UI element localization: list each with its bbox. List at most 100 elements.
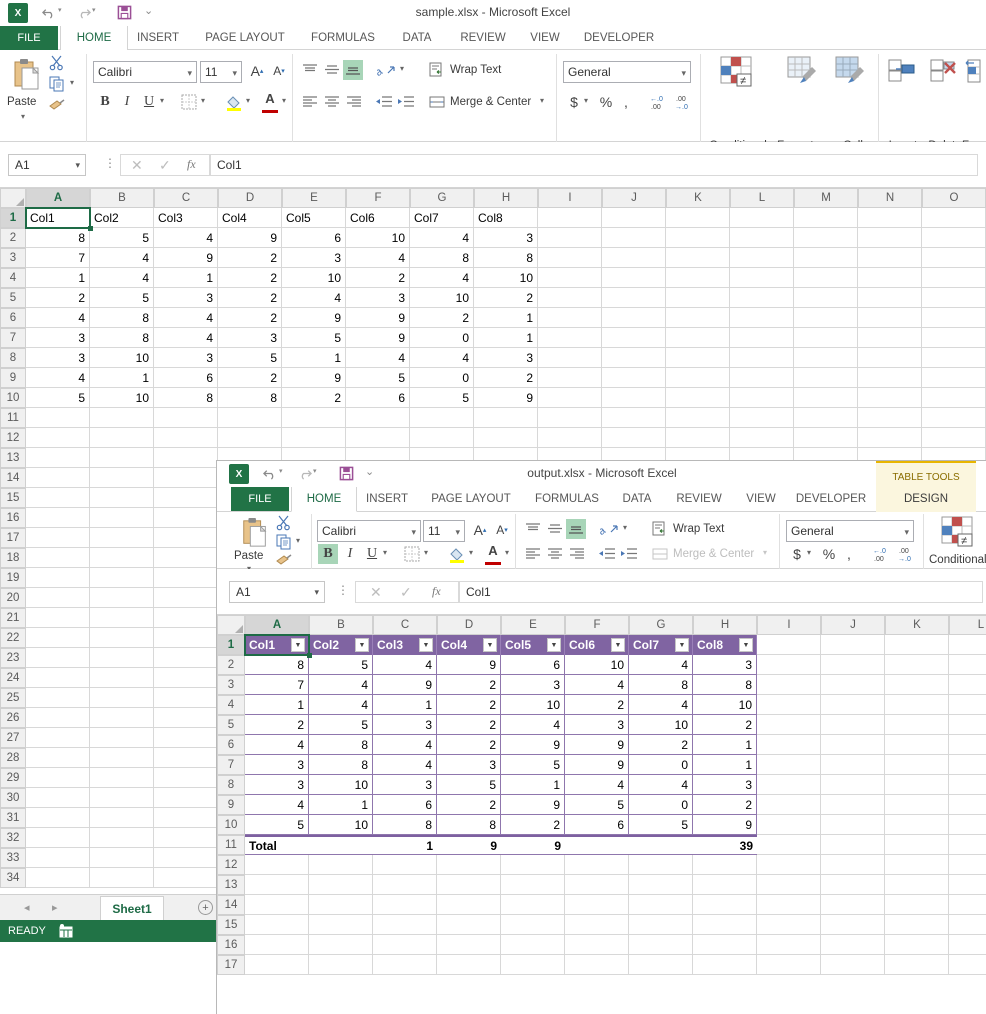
cell-A3[interactable]: 7 bbox=[26, 248, 90, 268]
cell-F12[interactable] bbox=[346, 428, 410, 448]
cell-C5[interactable]: 3 bbox=[154, 288, 218, 308]
cell-A20[interactable] bbox=[26, 588, 90, 608]
cell-H10[interactable]: 9 bbox=[693, 815, 757, 835]
cell-K9[interactable] bbox=[666, 368, 730, 388]
cell-C18[interactable] bbox=[154, 548, 218, 568]
cell-I3[interactable] bbox=[757, 675, 821, 695]
cell-H7[interactable]: 1 bbox=[474, 328, 538, 348]
cell-L5[interactable] bbox=[730, 288, 794, 308]
cell-K5[interactable] bbox=[666, 288, 730, 308]
cell-B12[interactable] bbox=[309, 855, 373, 875]
cell-N4[interactable] bbox=[858, 268, 922, 288]
font-name-combo[interactable]: Calibri ▾ bbox=[93, 61, 197, 83]
cell-L13[interactable] bbox=[949, 875, 986, 895]
row-header-16[interactable]: 16 bbox=[0, 508, 26, 528]
cell-L4[interactable] bbox=[730, 268, 794, 288]
cell-C16[interactable] bbox=[373, 935, 437, 955]
cell-L9[interactable] bbox=[730, 368, 794, 388]
cell-B9[interactable]: 1 bbox=[90, 368, 154, 388]
cell-F3[interactable]: 4 bbox=[565, 675, 629, 695]
cell-I6[interactable] bbox=[538, 308, 602, 328]
cell-H14[interactable] bbox=[693, 895, 757, 915]
cell-K6[interactable] bbox=[885, 735, 949, 755]
cell-I9[interactable] bbox=[757, 795, 821, 815]
cell-I10[interactable] bbox=[538, 388, 602, 408]
insert-cells-icon[interactable] bbox=[888, 58, 916, 88]
cell-H4[interactable]: 10 bbox=[474, 268, 538, 288]
cell-B6[interactable]: 8 bbox=[309, 735, 373, 755]
cell-C3[interactable]: 9 bbox=[373, 675, 437, 695]
column-header-L[interactable]: L bbox=[949, 615, 986, 635]
cell-F14[interactable] bbox=[565, 895, 629, 915]
cell-E8[interactable]: 1 bbox=[501, 775, 565, 795]
cell-E4[interactable]: 10 bbox=[501, 695, 565, 715]
cell-D5[interactable]: 2 bbox=[218, 288, 282, 308]
row-header-3[interactable]: 3 bbox=[217, 675, 245, 695]
tab-view[interactable]: VIEW bbox=[739, 487, 783, 511]
cell-M4[interactable] bbox=[794, 268, 858, 288]
fill-color-icon[interactable] bbox=[224, 93, 244, 113]
cell-K7[interactable] bbox=[666, 328, 730, 348]
total-cell-D[interactable]: 9 bbox=[437, 835, 501, 855]
cell-D11[interactable] bbox=[218, 408, 282, 428]
column-header-M[interactable]: M bbox=[794, 188, 858, 208]
cell-G15[interactable] bbox=[629, 915, 693, 935]
column-header-F[interactable]: F bbox=[346, 188, 410, 208]
cell-A17[interactable] bbox=[245, 955, 309, 975]
cell-G2[interactable]: 4 bbox=[410, 228, 474, 248]
cell-C28[interactable] bbox=[154, 748, 218, 768]
column-header-E[interactable]: E bbox=[282, 188, 346, 208]
row-header-3[interactable]: 3 bbox=[0, 248, 26, 268]
bottom-align-icon[interactable] bbox=[566, 519, 586, 539]
chevron-down-icon[interactable]: ▾ bbox=[904, 521, 909, 543]
decrease-indent-icon[interactable] bbox=[597, 545, 617, 563]
cell-K15[interactable] bbox=[885, 915, 949, 935]
column-header-C[interactable]: C bbox=[154, 188, 218, 208]
cell-E10[interactable]: 2 bbox=[501, 815, 565, 835]
conditional-formatting-icon[interactable]: ≠ bbox=[718, 54, 758, 90]
filter-dropdown-icon-Col3[interactable]: ▼ bbox=[419, 638, 433, 652]
row-header-7[interactable]: 7 bbox=[217, 755, 245, 775]
sheet-tab-sheet1[interactable]: Sheet1 bbox=[100, 896, 164, 921]
cell-J3[interactable] bbox=[602, 248, 666, 268]
cell-I15[interactable] bbox=[757, 915, 821, 935]
column-header-B[interactable]: B bbox=[90, 188, 154, 208]
cell-B15[interactable] bbox=[309, 915, 373, 935]
cell-A13[interactable] bbox=[245, 875, 309, 895]
fill-handle[interactable] bbox=[307, 653, 312, 658]
row-header-34[interactable]: 34 bbox=[0, 868, 26, 888]
cell-B15[interactable] bbox=[90, 488, 154, 508]
cell-B33[interactable] bbox=[90, 848, 154, 868]
cell-D10[interactable]: 8 bbox=[437, 815, 501, 835]
tab-review[interactable]: REVIEW bbox=[452, 26, 514, 50]
row-header-12[interactable]: 12 bbox=[217, 855, 245, 875]
cell-J5[interactable] bbox=[602, 288, 666, 308]
cell-H3[interactable]: 8 bbox=[474, 248, 538, 268]
cell-M11[interactable] bbox=[794, 408, 858, 428]
cell-O1[interactable] bbox=[922, 208, 986, 228]
percent-style-icon[interactable]: % bbox=[598, 92, 614, 112]
cell-B8[interactable]: 10 bbox=[90, 348, 154, 368]
align-right-icon[interactable] bbox=[567, 545, 587, 563]
cell-A15[interactable] bbox=[26, 488, 90, 508]
row-header-4[interactable]: 4 bbox=[0, 268, 26, 288]
name-box[interactable]: A1 ▾ bbox=[229, 581, 325, 603]
format-cells-icon[interactable] bbox=[964, 58, 986, 88]
cell-B20[interactable] bbox=[90, 588, 154, 608]
row-header-20[interactable]: 20 bbox=[0, 588, 26, 608]
cell-A6[interactable]: 4 bbox=[26, 308, 90, 328]
italic-button[interactable]: I bbox=[117, 92, 137, 112]
cell-B9[interactable]: 1 bbox=[309, 795, 373, 815]
cell-L10[interactable] bbox=[949, 815, 986, 835]
cell-H8[interactable]: 3 bbox=[474, 348, 538, 368]
cell-B7[interactable]: 8 bbox=[309, 755, 373, 775]
cell-C7[interactable]: 4 bbox=[373, 755, 437, 775]
cell-J2[interactable] bbox=[821, 655, 885, 675]
cell-M5[interactable] bbox=[794, 288, 858, 308]
cell-G17[interactable] bbox=[629, 955, 693, 975]
cell-G7[interactable]: 0 bbox=[410, 328, 474, 348]
cell-I3[interactable] bbox=[538, 248, 602, 268]
cell-C14[interactable] bbox=[154, 468, 218, 488]
cell-K4[interactable] bbox=[885, 695, 949, 715]
row-header-15[interactable]: 15 bbox=[217, 915, 245, 935]
